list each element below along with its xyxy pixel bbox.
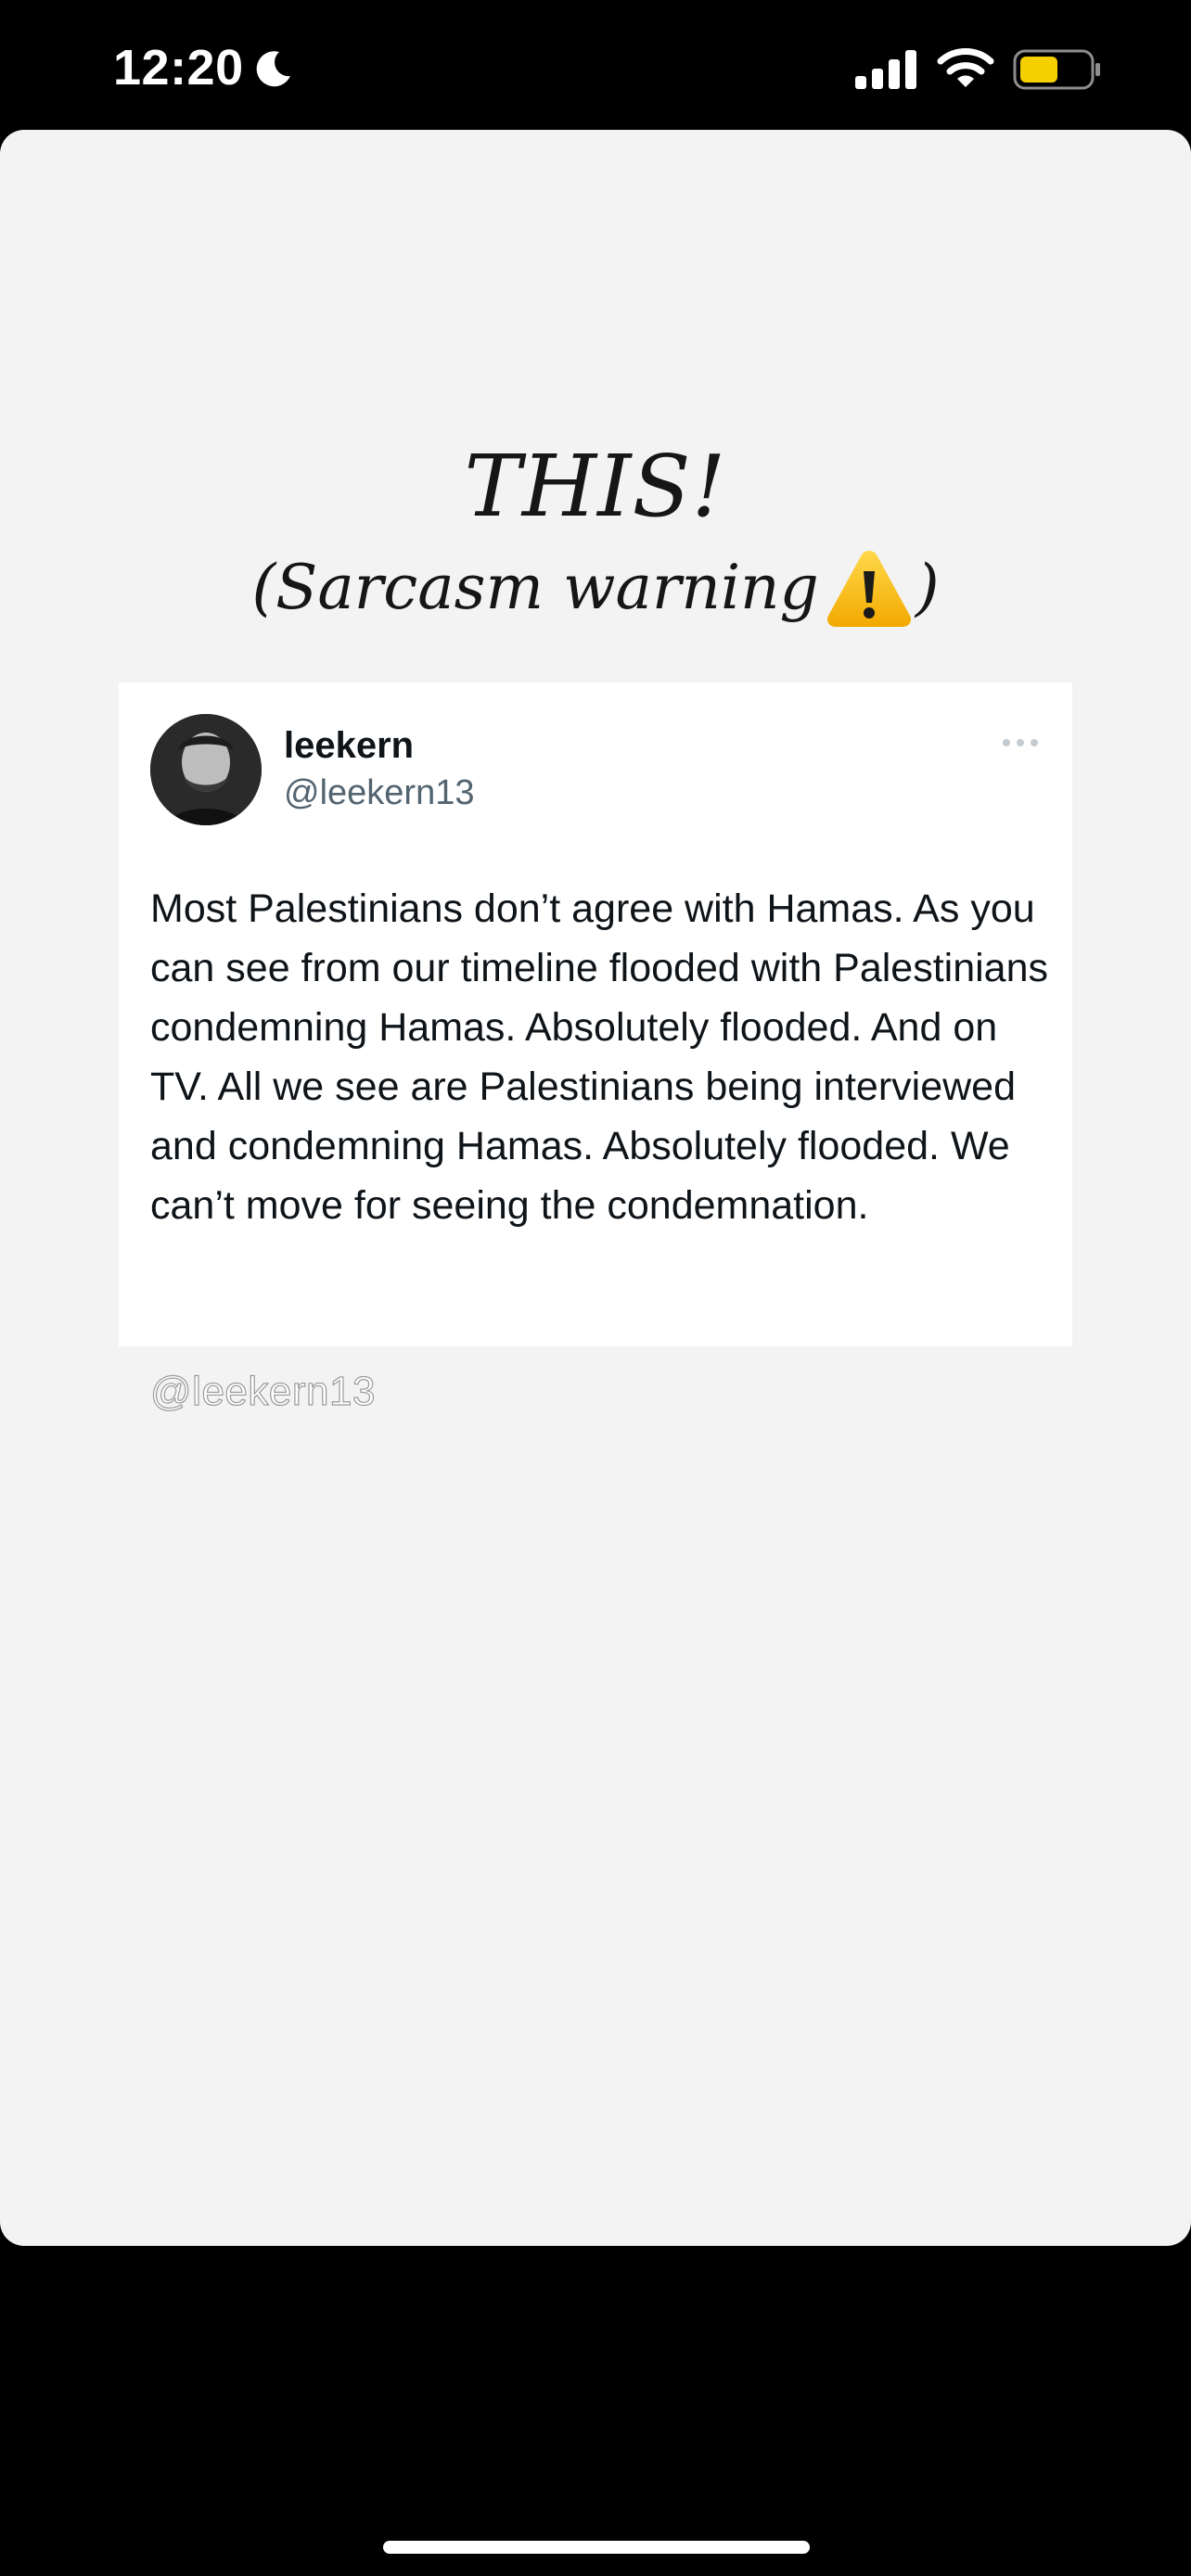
home-indicator[interactable] bbox=[383, 2541, 810, 2554]
avatar[interactable] bbox=[150, 714, 262, 825]
tweet-text: Most Palestinians don’t agree with Hamas… bbox=[150, 886, 1049, 1228]
headline-subtitle-text: (Sarcasm warning bbox=[251, 552, 819, 623]
headline-subtitle: (Sarcasm warning ) bbox=[0, 542, 1191, 634]
status-bar: 12:20 bbox=[0, 0, 1191, 130]
tweet-display-name[interactable]: leekern bbox=[284, 725, 414, 767]
tweet-handle[interactable]: @leekern13 bbox=[284, 773, 474, 813]
tweet-card[interactable]: leekern @leekern13 Most Palestinians don… bbox=[119, 682, 1072, 1346]
avatar-image bbox=[150, 714, 262, 825]
signal-icon bbox=[855, 50, 916, 89]
status-time: 12:20 bbox=[113, 40, 244, 96]
headline: THIS! (Sarcasm warning ) bbox=[0, 436, 1191, 634]
wifi-icon bbox=[937, 48, 994, 87]
headline-subtitle-close: ) bbox=[915, 552, 940, 623]
more-dots-icon[interactable] bbox=[1000, 736, 1041, 749]
headline-title: THIS! bbox=[464, 437, 727, 536]
moon-icon bbox=[256, 51, 290, 87]
battery-icon bbox=[1013, 49, 1100, 90]
watermark: @leekern13 bbox=[149, 1368, 376, 1414]
warning-icon bbox=[826, 551, 911, 627]
